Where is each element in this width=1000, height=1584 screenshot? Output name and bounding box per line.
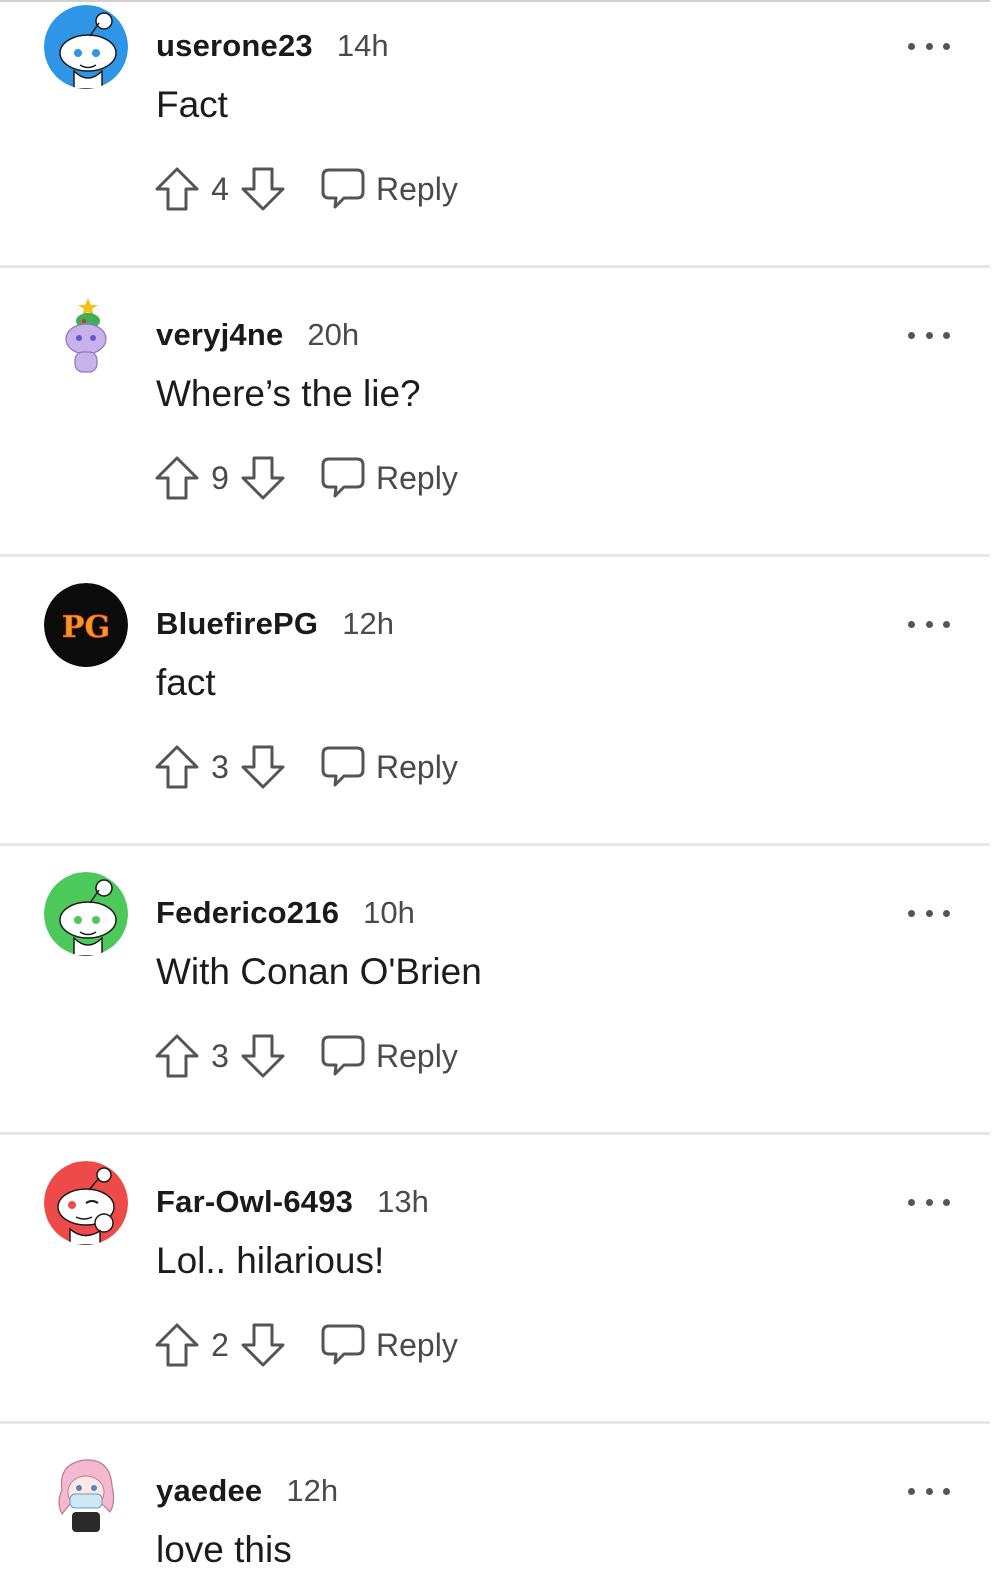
avatar[interactable]: PG [44, 583, 128, 667]
upvote-arrow-icon[interactable] [154, 1033, 200, 1079]
comment-item: userone23 14h Fact 4 Reply [0, 0, 990, 287]
comment-meta: yaedee 12h [156, 1473, 338, 1509]
reply-button[interactable]: Reply [320, 1034, 458, 1078]
username[interactable]: BluefirePG [156, 606, 318, 642]
comment-actions: 2 Reply [154, 1320, 458, 1370]
comment-divider [0, 843, 990, 846]
timestamp: 20h [307, 317, 360, 352]
reply-button[interactable]: Reply [320, 745, 458, 789]
vote-score: 9 [211, 459, 229, 496]
comment-item: PG BluefirePG 12h fact 3 Reply [0, 578, 990, 865]
timestamp: 13h [377, 1184, 429, 1219]
comment-meta: userone23 14h [156, 28, 389, 64]
comment-text: Lol.. hilarious! [156, 1240, 385, 1281]
pg-logo-avatar: PG [44, 583, 128, 667]
reply-label: Reply [376, 748, 458, 785]
username[interactable]: veryj4ne [156, 317, 283, 353]
comment-meta: BluefirePG 12h [156, 606, 394, 642]
vote-score: 3 [211, 748, 229, 785]
comment-actions: 9 Reply [154, 453, 458, 503]
avatar[interactable] [44, 5, 128, 89]
comment-divider [0, 1421, 990, 1424]
downvote-arrow-icon[interactable] [240, 744, 286, 790]
downvote-arrow-icon[interactable] [240, 455, 286, 501]
more-options-icon[interactable] [908, 1192, 950, 1212]
comment-item: yaedee 12h love this [0, 1445, 990, 1584]
upvote-arrow-icon[interactable] [154, 166, 200, 212]
comment-item: Far-Owl-6493 13h Lol.. hilarious! 2 Repl… [0, 1156, 990, 1443]
speech-bubble-icon [321, 1324, 365, 1365]
upvote-arrow-icon[interactable] [154, 1322, 200, 1368]
comment-meta: Far-Owl-6493 13h [156, 1184, 429, 1220]
comment-divider [0, 1132, 990, 1135]
snoo-green-avatar [44, 872, 128, 956]
speech-bubble-icon [321, 168, 365, 209]
right-edge [990, 0, 1000, 1584]
timestamp: 14h [336, 28, 389, 63]
upvote-arrow-icon[interactable] [154, 744, 200, 790]
downvote-arrow-icon[interactable] [240, 1322, 286, 1368]
speech-bubble-icon [321, 746, 365, 787]
comment-divider [0, 265, 990, 268]
avatar[interactable] [44, 872, 128, 956]
timestamp: 12h [286, 1473, 339, 1508]
comment-text: With Conan O'Brien [156, 951, 482, 992]
comment-meta: veryj4ne 20h [156, 317, 359, 353]
reply-label: Reply [376, 170, 458, 207]
downvote-arrow-icon[interactable] [240, 166, 286, 212]
comment-text: Fact [156, 84, 228, 125]
avatar[interactable] [44, 1161, 128, 1245]
pink-hair-avatar [44, 1450, 128, 1534]
reply-button[interactable]: Reply [320, 167, 458, 211]
vote-score: 4 [211, 170, 229, 207]
reply-label: Reply [376, 1037, 458, 1074]
comment-divider [0, 554, 990, 557]
comment-actions: 4 Reply [154, 164, 458, 214]
svg-text:PG: PG [62, 610, 110, 645]
speech-bubble-icon [321, 1035, 365, 1076]
vote-score: 2 [211, 1326, 229, 1363]
username[interactable]: yaedee [156, 1473, 262, 1509]
more-options-icon[interactable] [908, 614, 950, 634]
downvote-arrow-icon[interactable] [240, 1033, 286, 1079]
reply-label: Reply [376, 1326, 458, 1363]
speech-bubble-icon [321, 457, 365, 498]
vote-score: 3 [211, 1037, 229, 1074]
more-options-icon[interactable] [908, 1481, 950, 1501]
comment-text: fact [156, 662, 216, 703]
timestamp: 12h [342, 606, 394, 641]
comment-item: Federico216 10h With Conan O'Brien 3 Rep… [0, 867, 990, 1154]
timestamp: 10h [363, 895, 415, 930]
username[interactable]: Far-Owl-6493 [156, 1184, 353, 1220]
username[interactable]: userone23 [156, 28, 313, 64]
username[interactable]: Federico216 [156, 895, 339, 931]
avatar[interactable] [44, 294, 128, 378]
reply-button[interactable]: Reply [320, 456, 458, 500]
comment-text: love this [156, 1529, 292, 1570]
snoo-red-avatar [44, 1161, 128, 1245]
avatar[interactable] [44, 1450, 128, 1534]
comment-meta: Federico216 10h [156, 895, 415, 931]
upvote-arrow-icon[interactable] [154, 455, 200, 501]
more-options-icon[interactable] [908, 903, 950, 923]
reply-label: Reply [376, 459, 458, 496]
comment-text: Where’s the lie? [156, 373, 421, 414]
reply-button[interactable]: Reply [320, 1323, 458, 1367]
comment-item: veryj4ne 20h Where’s the lie? 9 Reply [0, 289, 990, 576]
snoo-blue-avatar [44, 5, 128, 89]
more-options-icon[interactable] [908, 325, 950, 345]
more-options-icon[interactable] [908, 36, 950, 56]
comment-actions: 3 Reply [154, 1031, 458, 1081]
comment-actions: 3 Reply [154, 742, 458, 792]
purple-snoo-avatar [44, 294, 128, 378]
